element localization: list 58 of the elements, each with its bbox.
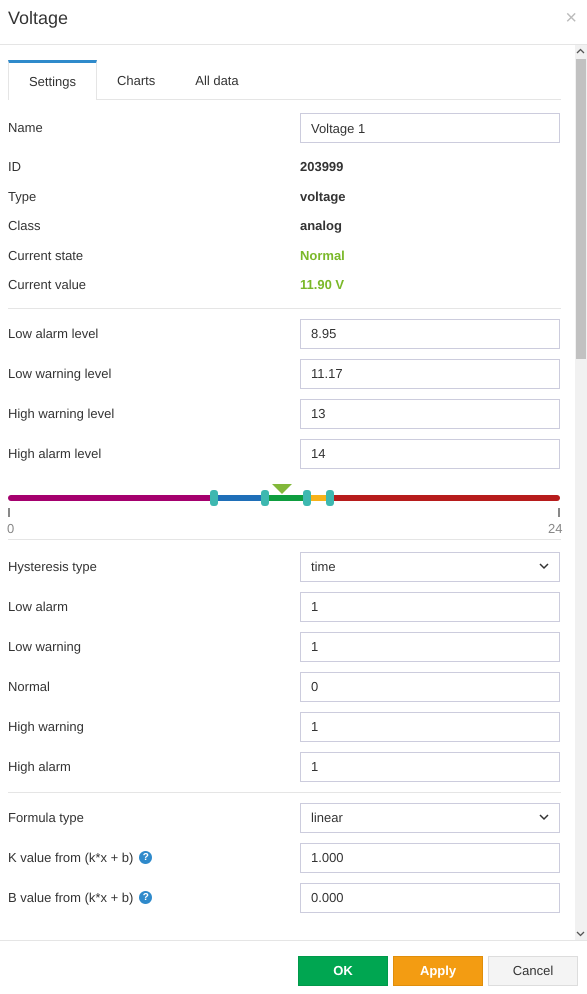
field-value: voltage xyxy=(300,188,346,206)
input-field[interactable]: 1 xyxy=(300,752,560,782)
input-field[interactable]: 1 xyxy=(300,592,560,622)
input-field[interactable]: Voltage 1 xyxy=(300,113,560,143)
input-field[interactable]: 1 xyxy=(300,632,560,662)
slider-handle[interactable] xyxy=(326,490,334,506)
field-label: Low warning xyxy=(8,638,81,656)
field-label: Current value xyxy=(8,276,86,294)
tab[interactable]: Charts xyxy=(96,60,176,99)
scrollbar[interactable] xyxy=(575,45,587,940)
field-label: High alarm xyxy=(8,758,71,776)
field-value: analog xyxy=(300,217,342,235)
input-field[interactable]: 1.000 xyxy=(300,842,560,872)
input-field[interactable]: 1 xyxy=(300,712,560,742)
field-label: Hysteresis type xyxy=(8,558,97,576)
field-label: Low alarm xyxy=(8,598,68,616)
field-label: Type xyxy=(8,188,36,206)
slider-handle[interactable] xyxy=(303,490,312,506)
field-label: High warning level xyxy=(8,404,114,423)
field-label: Low alarm level xyxy=(8,324,98,343)
input-field[interactable]: 14 xyxy=(300,438,560,468)
input-field[interactable]: 11.17 xyxy=(300,358,560,388)
field-label: ID xyxy=(8,158,21,176)
chevron-icon xyxy=(539,563,549,570)
input-field[interactable]: 13 xyxy=(300,398,560,428)
tick-mark xyxy=(8,508,10,516)
field-label: Current state xyxy=(8,246,84,264)
scale-label: 0 xyxy=(7,520,14,538)
input-field[interactable]: 8.95 xyxy=(300,318,560,348)
status-value: 11.90 V xyxy=(300,276,344,294)
field-label: Name xyxy=(8,119,43,138)
status-value: Normal xyxy=(300,246,345,264)
select-field[interactable]: time xyxy=(300,552,560,582)
tick-mark xyxy=(558,508,560,516)
tab[interactable]: Settings xyxy=(8,60,97,100)
dialog-title: Voltage xyxy=(8,7,68,30)
field-label: Normal xyxy=(8,678,50,696)
field-label: Formula type xyxy=(8,808,84,827)
select-field[interactable]: linear xyxy=(300,802,560,832)
input-field[interactable]: 0.000 xyxy=(300,882,560,912)
cancel-button[interactable]: Cancel xyxy=(488,956,578,986)
slider-handle[interactable] xyxy=(260,490,269,506)
field-label: Class xyxy=(8,217,41,235)
help-icon[interactable]: ? xyxy=(139,851,152,864)
field-label: K value from (k*x + b) xyxy=(8,848,134,867)
scroll-down-icon[interactable] xyxy=(576,931,585,937)
field-label: High alarm level xyxy=(8,444,102,463)
scale-label: 24 xyxy=(548,520,562,538)
field-label: Low warning level xyxy=(8,364,112,383)
scroll-up-icon[interactable] xyxy=(576,48,585,54)
help-icon[interactable]: ? xyxy=(139,891,152,904)
field-label: B value from (k*x + b) xyxy=(8,888,134,907)
tab[interactable]: All data xyxy=(175,60,259,99)
chevron-icon xyxy=(539,814,549,821)
field-value: 203999 xyxy=(300,158,344,176)
field-label: High warning xyxy=(8,718,84,736)
slider-handle[interactable] xyxy=(210,490,218,506)
input-field[interactable]: 0 xyxy=(300,672,560,702)
